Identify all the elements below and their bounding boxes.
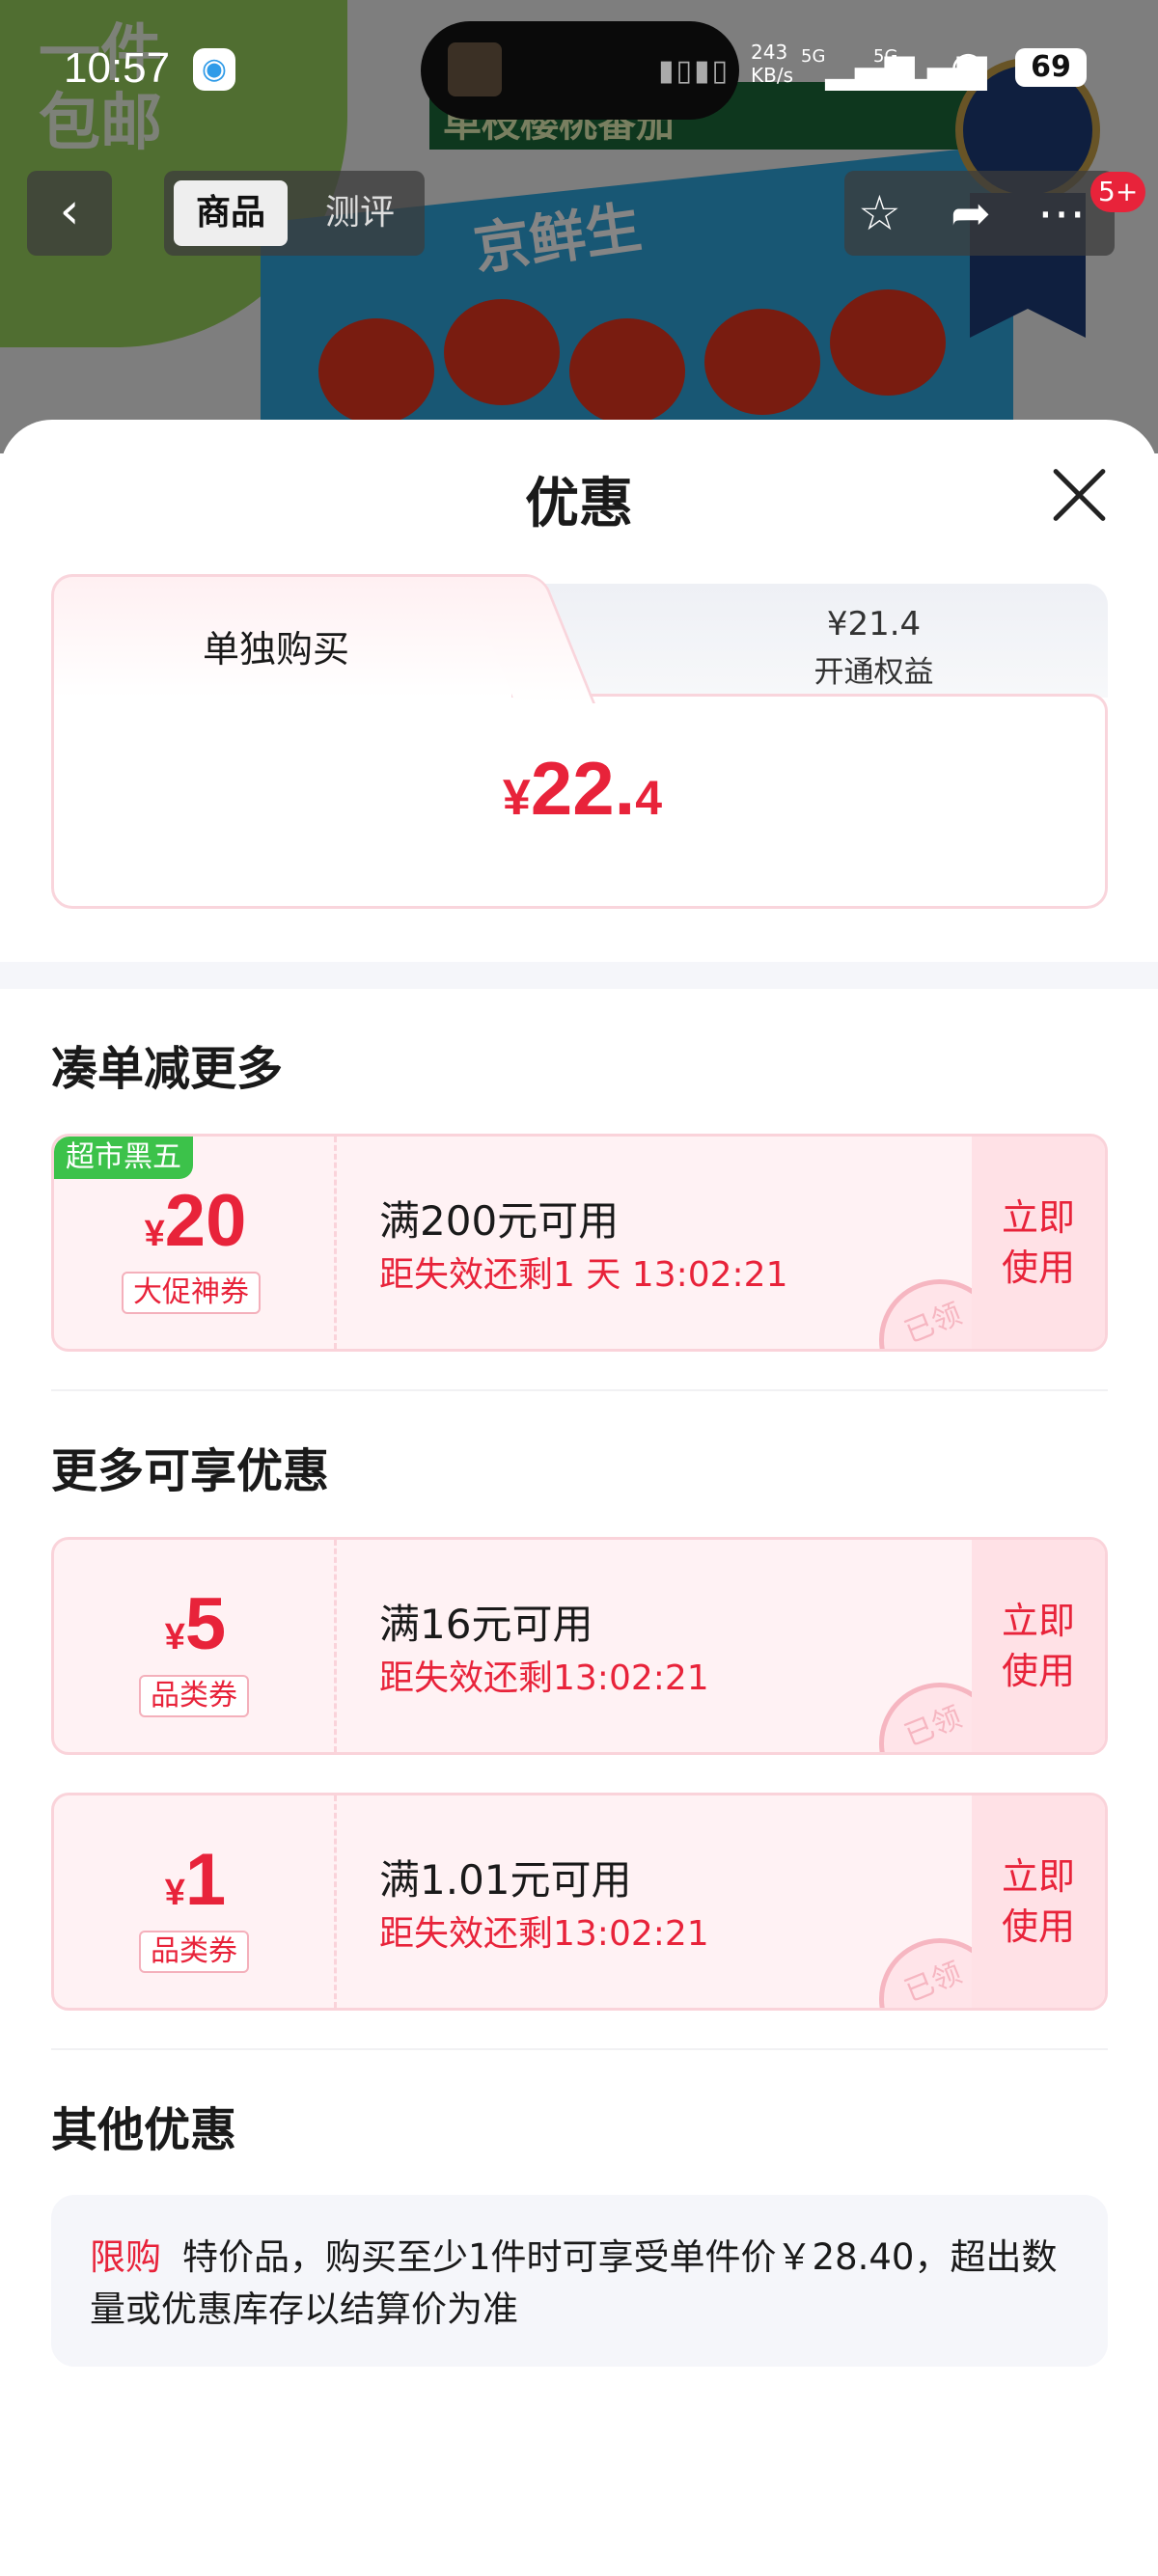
coupon-value-area: ¥5 品类券 xyxy=(54,1540,337,1752)
share-icon[interactable]: ➦ xyxy=(951,178,991,248)
network-speed-value: 243 xyxy=(751,41,788,64)
use-now-button[interactable]: 立即 使用 xyxy=(972,1795,1105,2008)
status-bar: 10:57 ◉ ▮▯▮▯ 243 KB/s 5G▂▄▆ 5G▂▄▆ ◠ 69 xyxy=(0,21,1158,120)
audio-wave-icon: ▮▯▮▯ xyxy=(658,54,731,88)
tab-review[interactable]: 测评 xyxy=(307,180,413,246)
coupon-type: 品类券 xyxy=(139,1931,249,1973)
other-discount-text: 特价品，购买至少1件时可享受单件价￥28.40，超出数量或优惠库存以结算价为准 xyxy=(90,2236,1058,2330)
coupon-card: ¥20 大促神券 超市黑五 满200元可用 距失效还剩1 天 13:02:21 … xyxy=(51,1134,1108,1352)
network-speed: 243 KB/s xyxy=(751,41,793,87)
member-price[interactable]: ¥21.4 xyxy=(630,605,1117,644)
coupon-condition: 满200元可用 xyxy=(379,1197,620,1245)
coupon-currency: ¥ xyxy=(164,1873,185,1913)
tab-product[interactable]: 商品 xyxy=(174,180,288,246)
coupon-amount: ¥5 xyxy=(54,1582,337,1666)
chevron-left-icon: ‹ xyxy=(59,182,80,240)
member-price-label[interactable]: 开通权益 xyxy=(630,647,1117,691)
coupon-type: 品类券 xyxy=(139,1675,249,1717)
promo-tag: 超市黑五 xyxy=(54,1137,193,1179)
coupon-amount: ¥1 xyxy=(54,1838,337,1922)
price-card-body: ¥22.4 xyxy=(51,694,1108,909)
coupon-condition: 满16元可用 xyxy=(379,1601,593,1648)
message-badge: 5+ xyxy=(1090,172,1146,212)
section-title-bundle: 凑单减更多 xyxy=(51,1042,284,1096)
tab-single-purchase[interactable]: 单独购买 xyxy=(51,574,514,698)
network-speed-unit: KB/s xyxy=(751,64,793,87)
coupon-card: ¥5 品类券 满16元可用 距失效还剩13:02:21 已领 立即 使用 xyxy=(51,1537,1108,1755)
purchase-limit-tag: 限购 xyxy=(90,2236,161,2278)
section-separator xyxy=(0,962,1158,989)
sheet-title: 优惠 xyxy=(525,473,633,535)
use-now-button[interactable]: 立即 使用 xyxy=(972,1540,1105,1752)
coupon-value: 1 xyxy=(184,1839,227,1921)
coupon-expiry: 距失效还剩1 天 13:02:21 xyxy=(379,1255,788,1295)
section-title-other: 其他优惠 xyxy=(51,2103,237,2157)
divider xyxy=(51,1389,1108,1391)
tab-single-purchase-label: 单独购买 xyxy=(202,628,349,671)
back-button[interactable]: ‹ xyxy=(27,171,112,256)
star-icon[interactable]: ☆ xyxy=(858,178,901,248)
coupon-type: 大促神券 xyxy=(122,1272,261,1314)
price-currency: ¥ xyxy=(502,770,531,826)
battery-indicator: 69 xyxy=(1015,48,1087,87)
other-discount-box: 限购 特价品，购买至少1件时可享受单件价￥28.40，超出数量或优惠库存以结算价为… xyxy=(51,2195,1108,2367)
signal-type-label: 5G xyxy=(873,46,898,67)
coupon-value: 5 xyxy=(184,1583,227,1665)
signal-type-label: 5G xyxy=(801,46,826,67)
dynamic-island[interactable]: ▮▯▮▯ xyxy=(421,21,739,120)
more-icon[interactable]: ⋯ xyxy=(1037,178,1086,248)
wifi-icon: ◠ xyxy=(951,42,986,90)
coupon-card: ¥1 品类券 满1.01元可用 距失效还剩13:02:21 已领 立即 使用 xyxy=(51,1793,1108,2011)
price-integer: 22. xyxy=(530,746,636,831)
coupon-expiry: 距失效还剩13:02:21 xyxy=(379,1658,709,1698)
use-now-button[interactable]: 立即 使用 xyxy=(972,1137,1105,1349)
close-icon[interactable] xyxy=(1047,463,1111,527)
coupon-value-area: ¥1 品类券 xyxy=(54,1795,337,2008)
final-price: ¥22.4 xyxy=(54,745,1111,833)
coupon-value: 20 xyxy=(164,1180,247,1262)
page-tabs: 商品 测评 xyxy=(164,171,425,256)
coupon-currency: ¥ xyxy=(144,1214,165,1254)
coupon-amount: ¥20 xyxy=(54,1179,337,1263)
price-card: ¥21.4 开通权益 ¥22.4 单独购买 xyxy=(51,574,1108,909)
price-decimal: 4 xyxy=(635,771,663,825)
coupon-condition: 满1.01元可用 xyxy=(379,1856,632,1904)
clock: 10:57 xyxy=(64,44,171,92)
nav-tools: ☆ ➦ ⋯ xyxy=(844,171,1115,256)
notification-app-icon: ◉ xyxy=(193,48,235,91)
divider xyxy=(51,2048,1108,2050)
section-title-more: 更多可享优惠 xyxy=(51,1444,330,1498)
coupon-currency: ¥ xyxy=(164,1617,185,1658)
coupon-expiry: 距失效还剩13:02:21 xyxy=(379,1914,709,1954)
album-art-icon xyxy=(448,42,502,96)
